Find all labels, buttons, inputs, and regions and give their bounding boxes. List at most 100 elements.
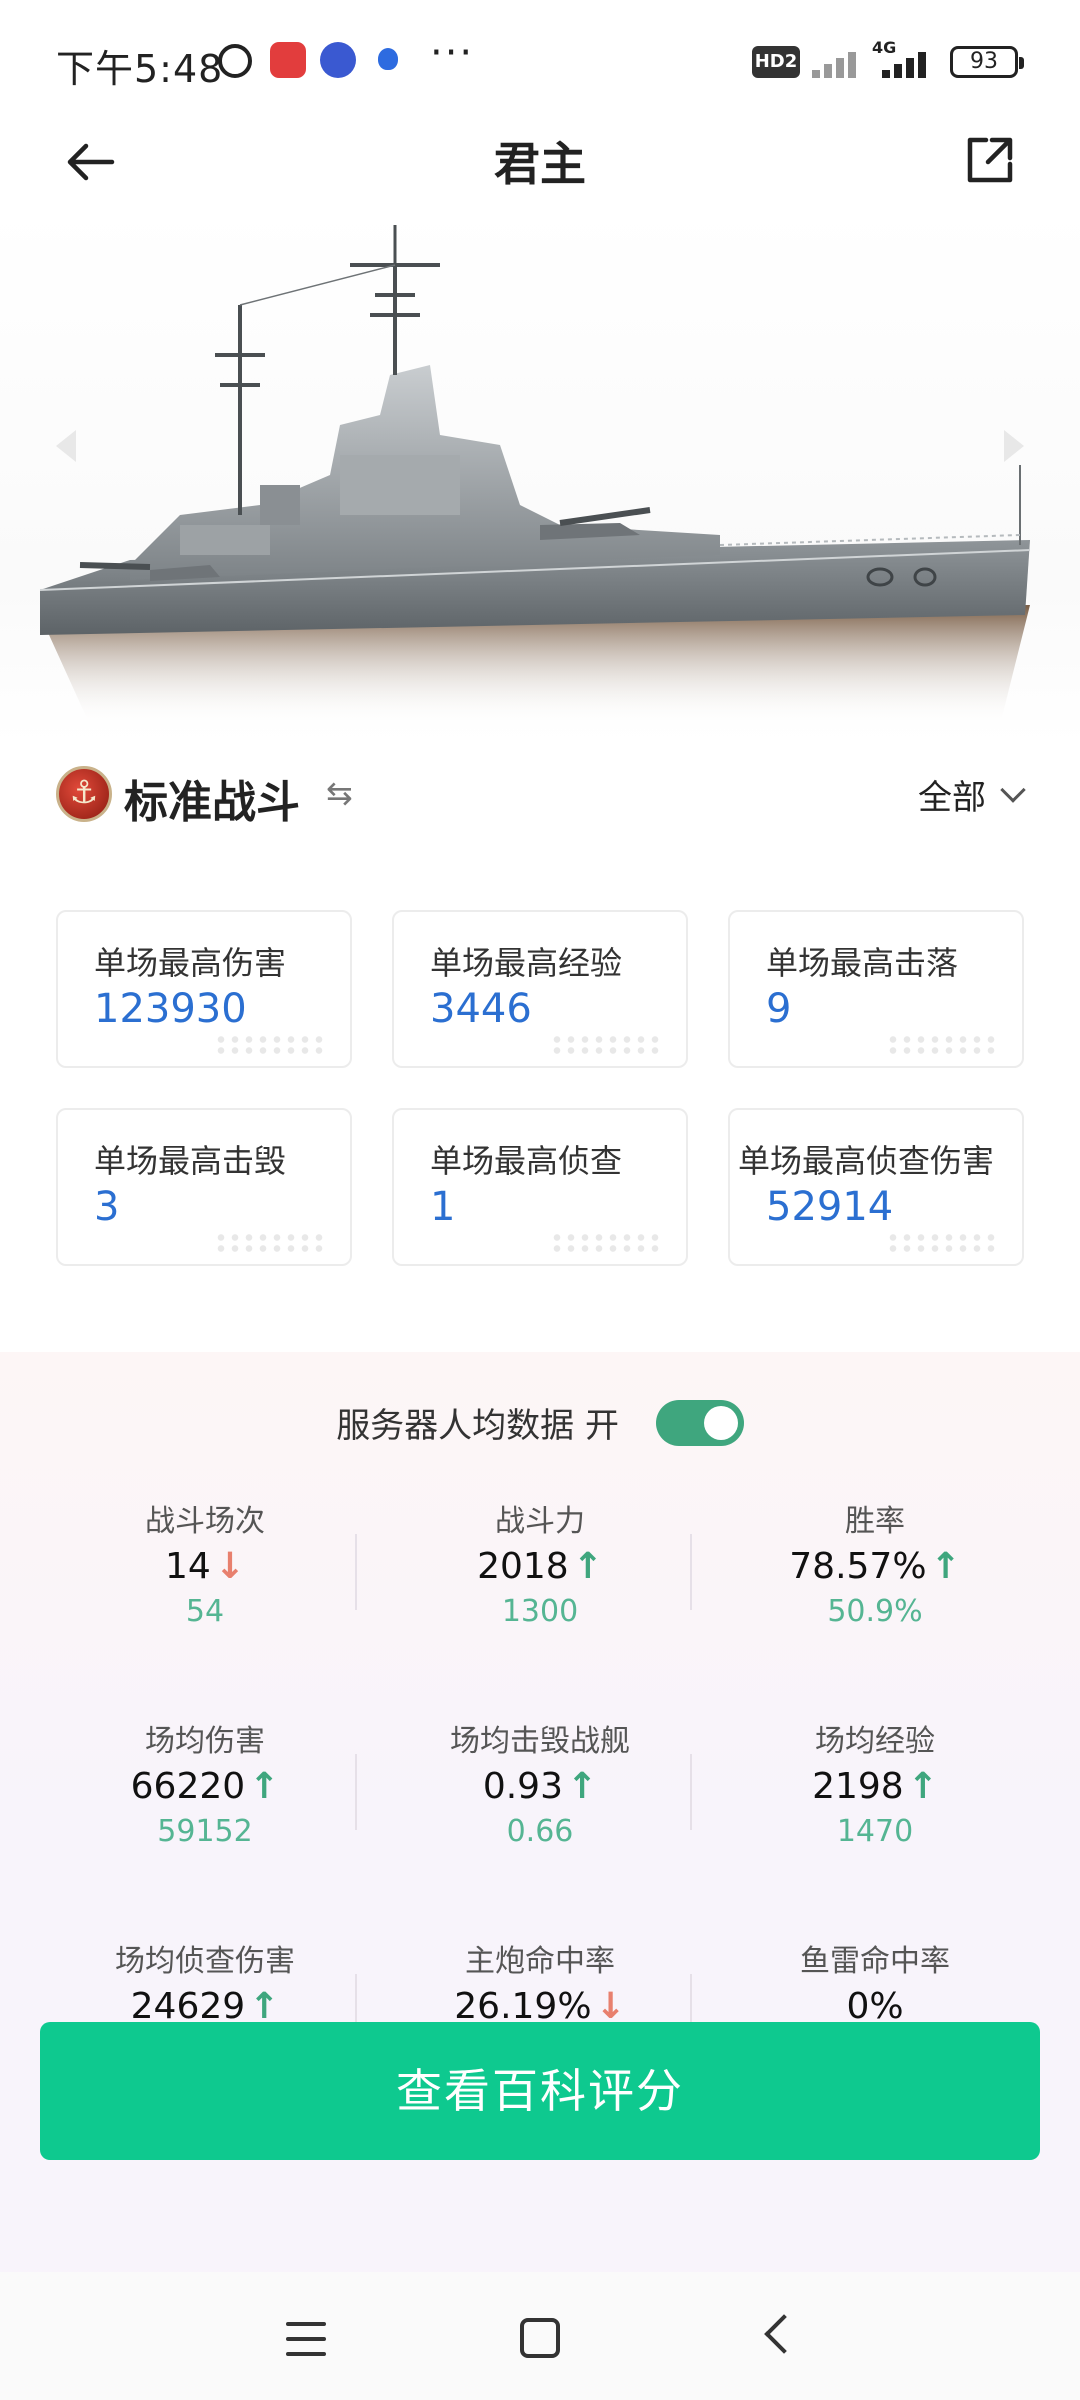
share-icon bbox=[967, 137, 1013, 183]
record-card: 单场最高侦查 1 bbox=[392, 1108, 688, 1266]
stat-server-average: 0.66 bbox=[506, 1814, 574, 1849]
column-divider bbox=[690, 1754, 692, 1830]
dot-pattern-decoration bbox=[214, 1232, 324, 1254]
trend-up-icon: ↑ bbox=[930, 1546, 961, 1587]
stat-value: 14 bbox=[165, 1546, 211, 1587]
hd-voice-icon: HD2 bbox=[752, 46, 800, 78]
column-divider bbox=[690, 1534, 692, 1610]
stat-value: 26.19% bbox=[454, 1986, 592, 2027]
stat-value-row: 2018 ↑ bbox=[375, 1542, 705, 1592]
stat-server-average: 1300 bbox=[501, 1594, 579, 1629]
stat-label: 场均侦查伤害 bbox=[115, 1944, 295, 1979]
stat-value: 2198 bbox=[812, 1766, 904, 1807]
stat-value-row: 2198 ↑ bbox=[710, 1762, 1040, 1812]
record-card: 单场最高击落 9 bbox=[728, 910, 1024, 1068]
alarm-icon bbox=[218, 44, 252, 78]
battery-icon: 93 bbox=[950, 46, 1024, 78]
trend-up-icon: ↑ bbox=[249, 1986, 280, 2027]
page-title: 君主 bbox=[494, 137, 586, 191]
share-button[interactable] bbox=[958, 128, 1022, 192]
server-average-row: 服务器人均数据 开 bbox=[0, 1398, 1080, 1447]
stat-cell: 战斗力 2018 ↑ 1300 bbox=[375, 1502, 705, 1632]
record-card: 单场最高击毁 3 bbox=[56, 1108, 352, 1266]
records-grid: 单场最高伤害 123930 单场最高经验 3446 单场最高击落 9 单场最高击毁 3 单场最高… bbox=[56, 910, 1024, 1266]
stat-label: 场均经验 bbox=[815, 1724, 935, 1759]
battle-mode-row: 标准战斗 ⇆ 全部 bbox=[0, 760, 1080, 830]
record-value: 52914 bbox=[766, 1184, 894, 1230]
stats-panel: 服务器人均数据 开 战斗场次 14 ↓ 54 战斗力 2018 ↑ 1300 胜率 78.57% ↑… bbox=[0, 1352, 1080, 2272]
stat-value: 0.93 bbox=[482, 1766, 563, 1807]
swap-icon[interactable]: ⇆ bbox=[326, 774, 353, 812]
screen: 下午5:48 ··· HD2 4G 93 君主 ⚓ 标准战斗 ⇆ 全部 单场最高… bbox=[0, 0, 1080, 2400]
nav-back-icon[interactable] bbox=[764, 2314, 804, 2354]
stat-cell: 战斗场次 14 ↓ 54 bbox=[40, 1502, 370, 1632]
stat-label: 胜率 bbox=[845, 1504, 905, 1539]
toggle-knob bbox=[703, 1405, 738, 1440]
dot-pattern-decoration bbox=[214, 1034, 324, 1056]
stat-value: 78.57% bbox=[789, 1546, 927, 1587]
stat-server-average: 54 bbox=[185, 1594, 225, 1629]
record-card: 单场最高侦查伤害 52914 bbox=[728, 1108, 1024, 1266]
stat-value: 24629 bbox=[130, 1986, 246, 2027]
stat-server-average: 50.9% bbox=[827, 1594, 923, 1629]
home-icon[interactable] bbox=[520, 2318, 560, 2358]
chevron-down-icon bbox=[1000, 776, 1026, 803]
view-wiki-rating-button[interactable]: 查看百科评分 bbox=[40, 2022, 1040, 2160]
stat-value: 0% bbox=[846, 1986, 904, 2027]
trend-down-icon: ↓ bbox=[595, 1986, 626, 2027]
record-label: 单场最高经验 bbox=[430, 944, 623, 982]
stat-value-row: 78.57% ↑ bbox=[710, 1542, 1040, 1592]
column-divider bbox=[355, 1534, 357, 1610]
trend-up-icon: ↑ bbox=[249, 1766, 280, 1807]
trend-down-icon: ↓ bbox=[214, 1546, 245, 1587]
next-ship-arrow[interactable] bbox=[1004, 430, 1024, 462]
stat-cell: 场均经验 2198 ↑ 1470 bbox=[710, 1722, 1040, 1852]
server-average-toggle[interactable] bbox=[655, 1399, 744, 1446]
stat-server-average: 59152 bbox=[157, 1814, 253, 1849]
record-card: 单场最高伤害 123930 bbox=[56, 910, 352, 1068]
stat-cell: 胜率 78.57% ↑ 50.9% bbox=[710, 1502, 1040, 1632]
record-label: 单场最高侦查 bbox=[430, 1142, 623, 1180]
stat-value-row: 0.93 ↑ bbox=[375, 1762, 705, 1812]
stat-server-average: 1470 bbox=[836, 1814, 914, 1849]
header: 君主 bbox=[0, 120, 1080, 200]
signal-sim1-icon bbox=[808, 46, 864, 78]
record-value: 1 bbox=[430, 1184, 456, 1230]
signal-sim2-icon bbox=[878, 46, 934, 78]
trend-up-icon: ↑ bbox=[566, 1766, 598, 1807]
record-label: 单场最高击毁 bbox=[94, 1142, 287, 1180]
stat-cell: 场均击毁战舰 0.93 ↑ 0.66 bbox=[375, 1722, 705, 1852]
stat-value: 2018 bbox=[477, 1546, 569, 1587]
dot-pattern-decoration bbox=[550, 1232, 660, 1254]
trend-up-icon: ↑ bbox=[907, 1766, 938, 1807]
stat-cell: 场均伤害 66220 ↑ 59152 bbox=[40, 1722, 370, 1852]
stat-value-row: 66220 ↑ bbox=[40, 1762, 370, 1812]
record-card: 单场最高经验 3446 bbox=[392, 910, 688, 1068]
stat-label: 主炮命中率 bbox=[465, 1944, 615, 1979]
filter-dropdown[interactable]: 全部 bbox=[918, 770, 1026, 819]
stat-label: 战斗场次 bbox=[145, 1504, 265, 1539]
stat-value: 66220 bbox=[130, 1766, 246, 1807]
battle-mode-label[interactable]: 标准战斗 bbox=[124, 766, 300, 830]
column-divider bbox=[355, 1754, 357, 1830]
more-notifications-icon: ··· bbox=[430, 30, 475, 76]
navigation-bar bbox=[0, 2272, 1080, 2400]
stat-label: 场均伤害 bbox=[145, 1724, 265, 1759]
server-average-label: 服务器人均数据 开 bbox=[336, 1406, 619, 1446]
stat-label: 鱼雷命中率 bbox=[800, 1944, 950, 1979]
status-bar: 下午5:48 ··· HD2 4G 93 bbox=[0, 0, 1080, 120]
music-app-icon bbox=[270, 42, 306, 78]
tieba-app-icon bbox=[320, 42, 356, 78]
previous-ship-arrow[interactable] bbox=[56, 430, 76, 462]
record-value: 3 bbox=[94, 1184, 120, 1230]
battle-mode-icon bbox=[56, 766, 112, 822]
filter-value: 全部 bbox=[918, 778, 986, 818]
recent-apps-icon[interactable] bbox=[286, 2322, 326, 2356]
dot-pattern-decoration bbox=[886, 1034, 996, 1056]
record-label: 单场最高击落 bbox=[766, 944, 959, 982]
record-label: 单场最高伤害 bbox=[94, 944, 287, 982]
dot-pattern-decoration bbox=[550, 1034, 660, 1056]
ship-image bbox=[0, 205, 1080, 745]
dot-pattern-decoration bbox=[886, 1232, 996, 1254]
record-value: 9 bbox=[766, 986, 792, 1032]
